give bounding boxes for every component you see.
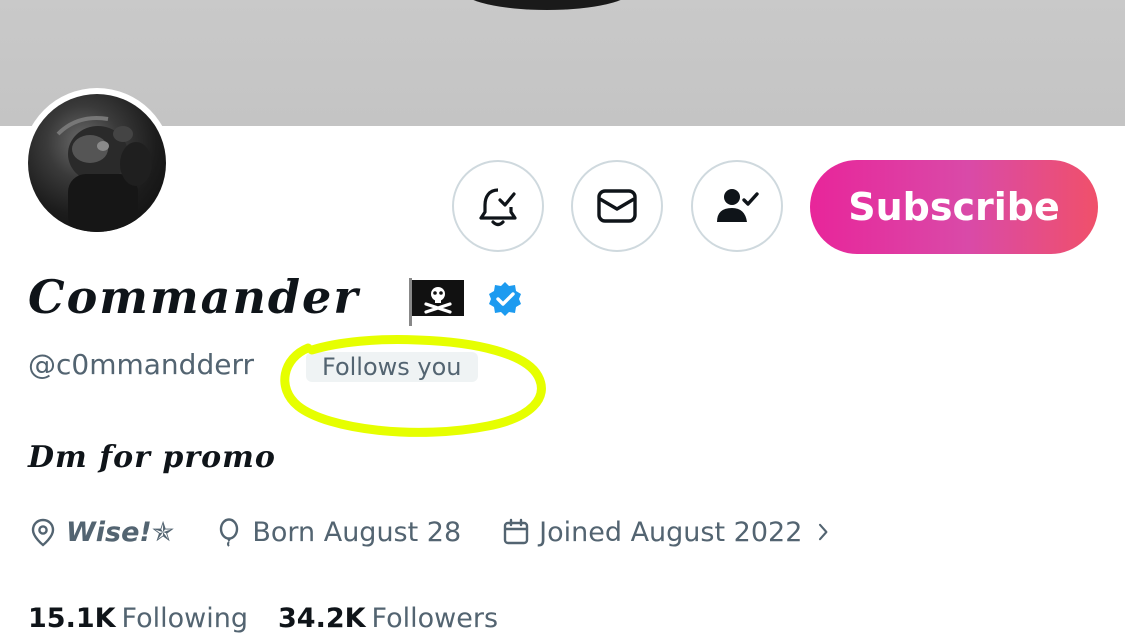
profile-banner[interactable]	[0, 0, 1125, 126]
username-handle: @c0mmandderr	[28, 348, 254, 381]
joined-item[interactable]: Joined August 2022	[501, 517, 844, 548]
location-text: Wise!	[66, 516, 152, 548]
profile-meta-row: Wise! ✯ Born August 28 Joined August 202…	[28, 512, 884, 552]
calendar-icon	[503, 518, 529, 545]
location-item: Wise! ✯	[28, 517, 174, 548]
notifications-button[interactable]	[452, 160, 544, 252]
joined-text: Joined August 2022	[539, 516, 803, 548]
mail-icon	[597, 189, 637, 223]
message-button[interactable]	[571, 160, 663, 252]
location-pin-icon	[31, 518, 55, 547]
banner-image-detail	[462, 0, 632, 10]
followers-count: 34.2K	[278, 602, 366, 634]
following-count: 15.1K	[28, 602, 116, 634]
annotation-highlight-circle	[280, 334, 546, 437]
subscribe-button[interactable]: Subscribe	[810, 160, 1098, 254]
followers-label: Followers	[371, 602, 499, 634]
verified-badge-icon[interactable]	[486, 280, 524, 318]
balloon-icon	[220, 518, 239, 547]
avatar-ring	[22, 88, 172, 238]
follow-stats: 15.1K Following 34.2K Followers	[28, 598, 528, 638]
avatar-image	[56, 116, 152, 232]
person-check-icon	[717, 189, 759, 222]
birthday-item: Born August 28	[214, 517, 461, 548]
pirate-flag-icon	[409, 278, 464, 326]
profile-page: Subscribe Commander @c0mmandderr Follows…	[0, 0, 1125, 640]
followers-link[interactable]: 34.2K Followers	[278, 603, 498, 634]
chevron-right-icon[interactable]	[812, 520, 836, 544]
follows-you-label: Follows you	[322, 353, 462, 381]
location-star: ✯	[151, 516, 175, 548]
follows-you-badge: Follows you	[306, 352, 478, 382]
display-name: Commander	[28, 270, 360, 324]
avatar[interactable]	[28, 94, 166, 232]
following-label: Following	[121, 602, 248, 634]
birthday-text: Born August 28	[252, 516, 462, 548]
bell-check-icon	[479, 188, 517, 227]
following-link[interactable]: 15.1K Following	[28, 603, 248, 634]
following-button[interactable]	[691, 160, 783, 252]
bio-text: Dm for promo	[28, 440, 276, 475]
